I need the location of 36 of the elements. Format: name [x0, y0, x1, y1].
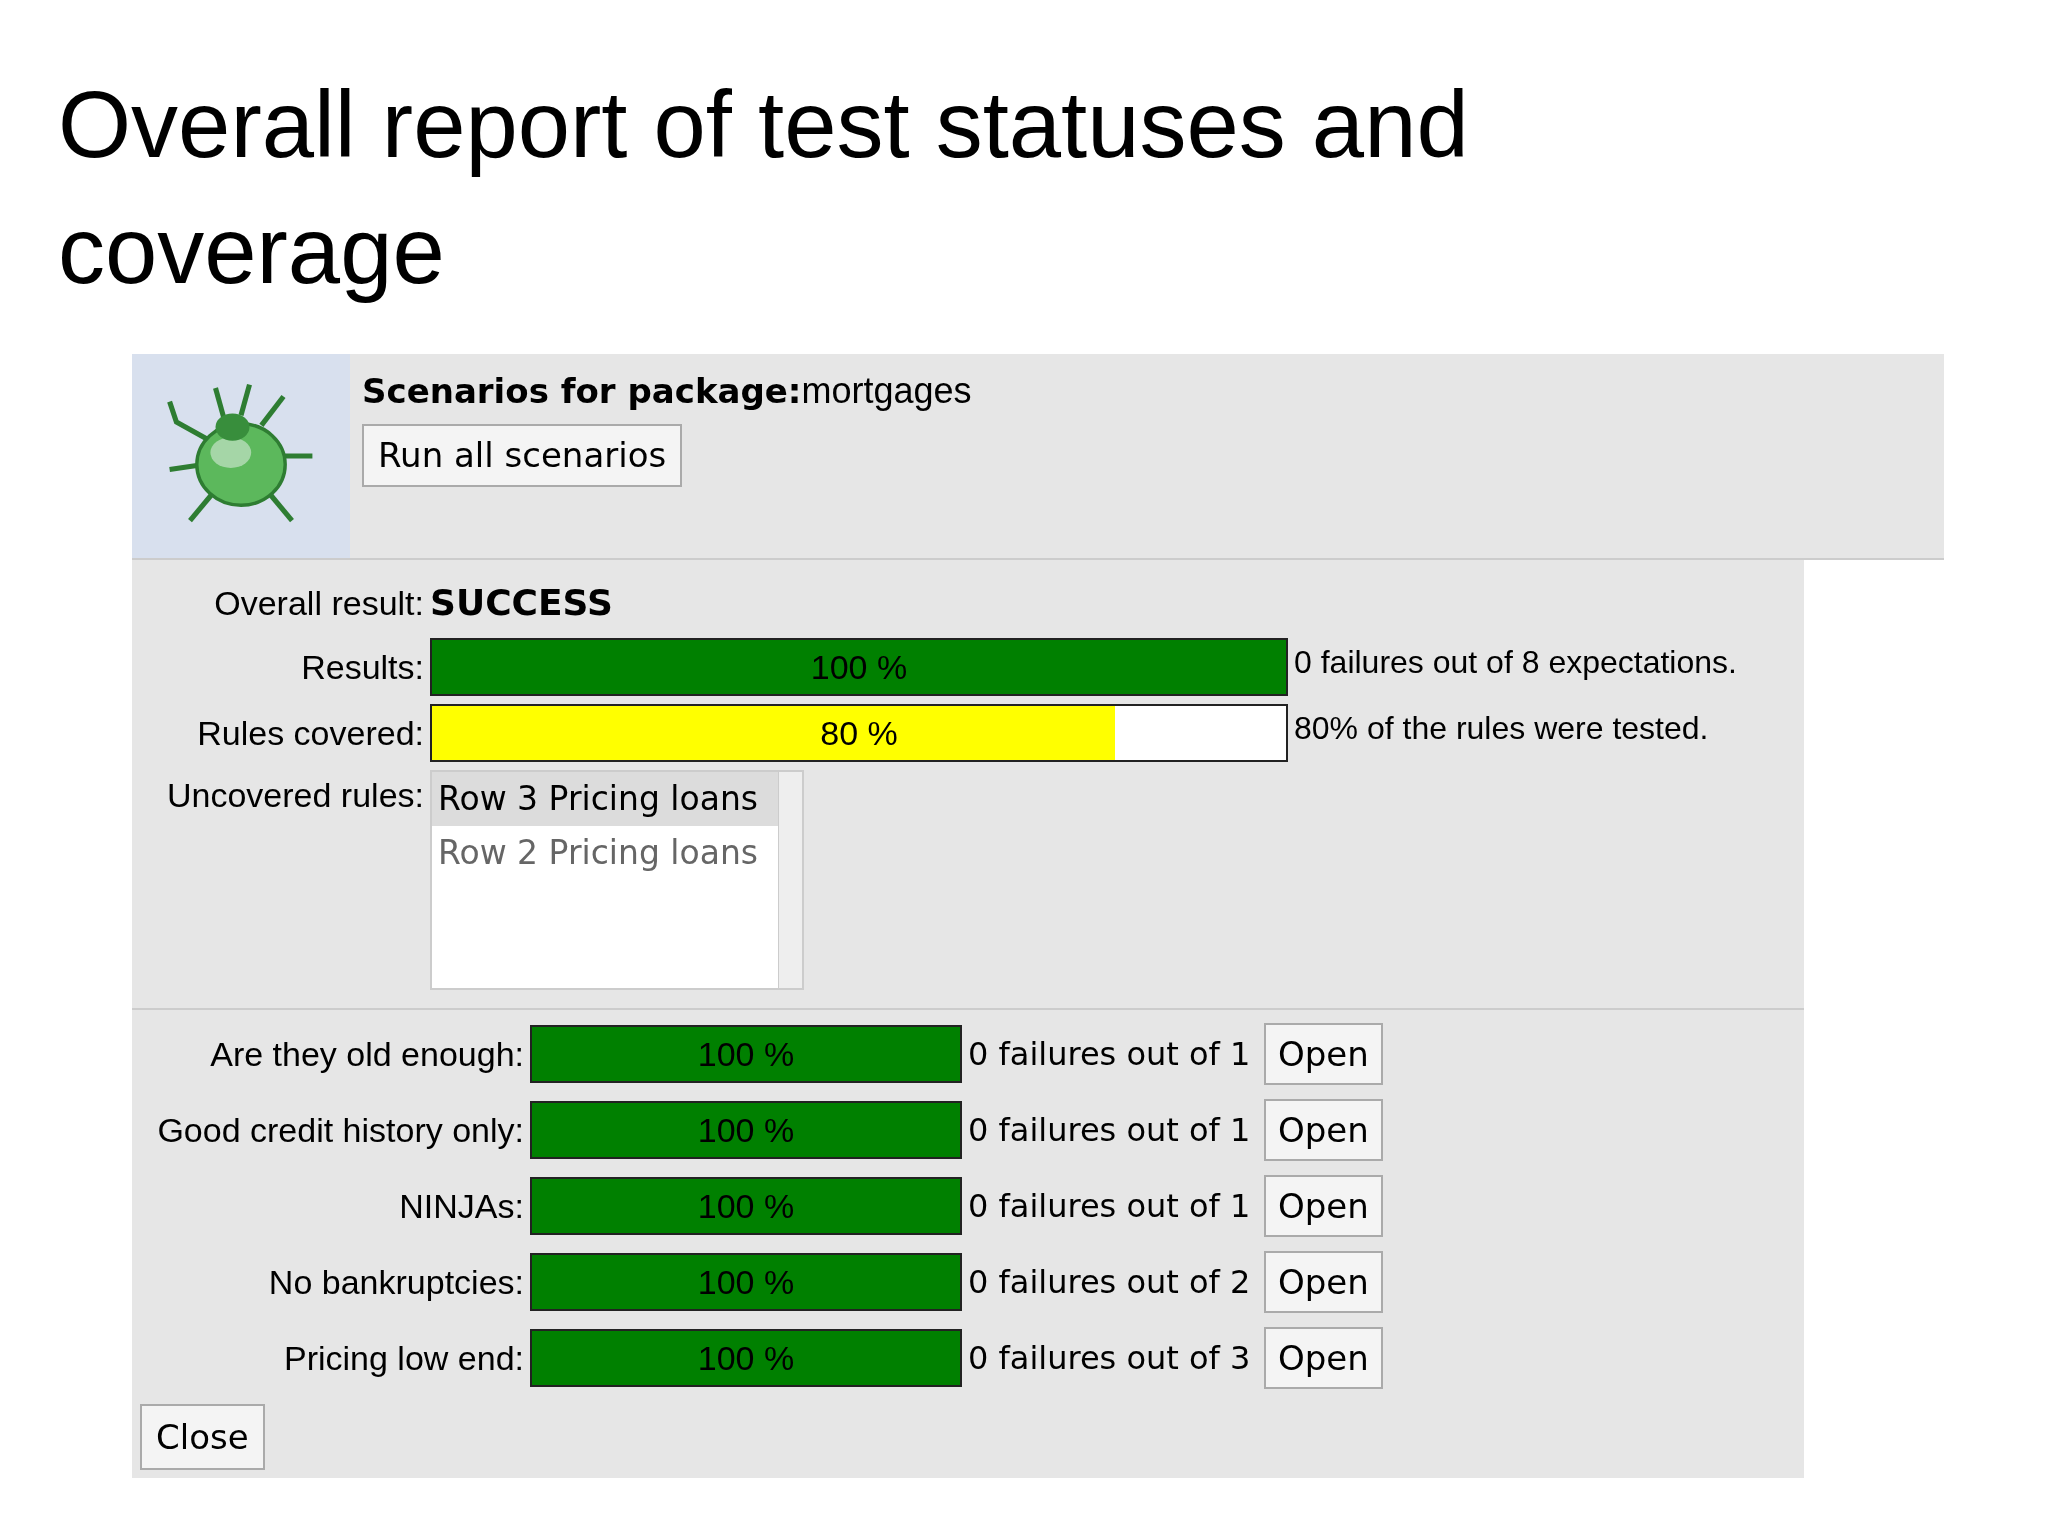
close-button[interactable]: Close	[140, 1404, 265, 1470]
field-label: Overall result:	[213, 582, 424, 624]
scenario-label: NINJAs:	[398, 1185, 524, 1227]
result-note: 0 failures out of 3	[968, 1338, 1252, 1379]
scenario-label: Are they old enough:	[209, 1033, 524, 1075]
scenario-label: Good credit history only:	[156, 1109, 524, 1151]
scrollbar[interactable]	[778, 772, 802, 988]
progress-text: 100 %	[809, 646, 909, 688]
run-all-button[interactable]: Run all scenarios	[362, 424, 683, 487]
result-note: 80% of the rules were tested.	[1294, 709, 1710, 748]
progress-text: 100 %	[696, 1337, 796, 1379]
package-name: mortgages	[801, 369, 972, 413]
result-note: 0 failures out of 8 expectations.	[1294, 643, 1738, 682]
field-label: Rules covered:	[196, 712, 424, 754]
open-button[interactable]: Open	[1264, 1251, 1383, 1313]
open-button[interactable]: Open	[1264, 1099, 1383, 1161]
result-note: 0 failures out of 1	[968, 1034, 1252, 1075]
overall-result: SUCCESS	[430, 581, 614, 625]
open-button[interactable]: Open	[1264, 1175, 1383, 1237]
progress-text: 100 %	[696, 1033, 796, 1075]
slide-title: Overall report of test statuses and coverage	[57, 71, 1470, 305]
progress-text: 80 %	[819, 712, 899, 754]
scenario-label: Pricing low end:	[283, 1337, 524, 1379]
progress-text: 100 %	[696, 1261, 796, 1303]
progress-text: 100 %	[696, 1185, 796, 1227]
field-label: Results:	[300, 646, 424, 688]
result-note: 0 failures out of 1	[968, 1110, 1252, 1151]
result-note: 0 failures out of 2	[968, 1262, 1252, 1303]
header-label: Scenarios for package:	[362, 370, 802, 413]
open-button[interactable]: Open	[1264, 1327, 1383, 1389]
list-item[interactable]: Row 3 Pricing loans	[432, 772, 778, 826]
field-label: Uncovered rules:	[166, 775, 424, 816]
open-button[interactable]: Open	[1264, 1023, 1383, 1085]
result-note: 0 failures out of 1	[968, 1186, 1252, 1227]
progress-text: 100 %	[696, 1109, 796, 1151]
scenario-label: No bankruptcies:	[267, 1261, 524, 1303]
